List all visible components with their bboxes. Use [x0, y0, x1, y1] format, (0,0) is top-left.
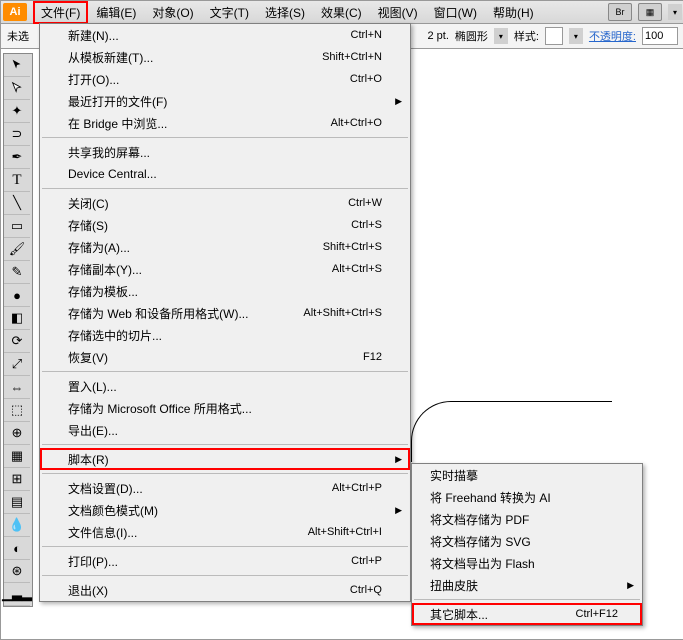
menu-save-template[interactable]: 存储为模板...	[40, 280, 410, 302]
tool-gradient[interactable]: ▤	[4, 491, 30, 514]
opacity-input[interactable]	[642, 27, 678, 45]
menu-browse-bridge[interactable]: 在 Bridge 中浏览...Alt+Ctrl+O	[40, 112, 410, 134]
menu-recent[interactable]: 最近打开的文件(F)▶	[40, 90, 410, 112]
script-export-flash[interactable]: 将文档导出为 Flash	[412, 552, 642, 574]
menu-select[interactable]: 选择(S)	[257, 1, 313, 24]
menu-save-copy[interactable]: 存储副本(Y)...Alt+Ctrl+S	[40, 258, 410, 280]
stroke-weight: 2 pt.	[427, 30, 448, 42]
menu-save[interactable]: 存储(S)Ctrl+S	[40, 214, 410, 236]
menu-view[interactable]: 视图(V)	[370, 1, 426, 24]
menu-help[interactable]: 帮助(H)	[485, 1, 542, 24]
menu-save-as[interactable]: 存储为(A)...Shift+Ctrl+S	[40, 236, 410, 258]
menu-file[interactable]: 文件(F)	[33, 1, 88, 24]
toolbox: ✦ ⊃ ✒ T ╲ ▭ 🖌 ✎ ● ◧ ⟳ ⤢ ⇔ ⬚ ⊕ ▦ ⊞ ▤ 💧 ◐ …	[3, 53, 33, 607]
tool-pencil[interactable]: ✎	[4, 261, 30, 284]
tool-shape-builder[interactable]: ⊕	[4, 422, 30, 445]
tool-column-graph[interactable]: ▁▃▂	[4, 583, 30, 606]
tool-lasso[interactable]: ⊃	[4, 123, 30, 146]
menu-type[interactable]: 文字(T)	[202, 1, 257, 24]
file-menu-dropdown: 新建(N)...Ctrl+N 从模板新建(T)...Shift+Ctrl+N 打…	[39, 23, 411, 602]
style-dropdown-icon[interactable]: ▾	[569, 28, 583, 44]
tool-scale[interactable]: ⤢	[4, 353, 30, 376]
tool-pen[interactable]: ✒	[4, 146, 30, 169]
menu-export[interactable]: 导出(E)...	[40, 419, 410, 441]
menu-edit[interactable]: 编辑(E)	[88, 1, 144, 24]
workspace-dropdown-icon[interactable]: ▾	[668, 4, 682, 20]
menu-window[interactable]: 窗口(W)	[426, 1, 485, 24]
style-swatch[interactable]	[545, 27, 563, 45]
menu-exit[interactable]: 退出(X)Ctrl+Q	[40, 579, 410, 601]
menu-new-template[interactable]: 从模板新建(T)...Shift+Ctrl+N	[40, 46, 410, 68]
menu-share-screen[interactable]: 共享我的屏幕...	[40, 141, 410, 163]
menu-revert[interactable]: 恢复(V)F12	[40, 346, 410, 368]
canvas-artwork	[411, 401, 612, 462]
tool-blob-brush[interactable]: ●	[4, 284, 30, 307]
tool-direct-select[interactable]	[4, 77, 30, 100]
tool-perspective[interactable]: ▦	[4, 445, 30, 468]
tool-line[interactable]: ╲	[4, 192, 30, 215]
menu-color-mode[interactable]: 文档颜色模式(M)▶	[40, 499, 410, 521]
tool-type[interactable]: T	[4, 169, 30, 192]
script-other[interactable]: 其它脚本...Ctrl+F12	[412, 603, 642, 625]
stroke-profile[interactable]: 椭圆形	[455, 28, 488, 44]
profile-dropdown-icon[interactable]: ▾	[494, 28, 508, 44]
menu-device-central[interactable]: Device Central...	[40, 163, 410, 185]
menu-object[interactable]: 对象(O)	[144, 1, 201, 24]
tool-selection[interactable]	[4, 54, 30, 77]
menu-open[interactable]: 打开(O)...Ctrl+O	[40, 68, 410, 90]
tool-blend[interactable]: ◐	[4, 537, 30, 560]
tool-free-transform[interactable]: ⬚	[4, 399, 30, 422]
menu-effect[interactable]: 效果(C)	[313, 1, 370, 24]
menu-close[interactable]: 关闭(C)Ctrl+W	[40, 192, 410, 214]
menubar: Ai 文件(F) 编辑(E) 对象(O) 文字(T) 选择(S) 效果(C) 视…	[1, 1, 683, 24]
menu-file-info[interactable]: 文件信息(I)...Alt+Shift+Ctrl+I	[40, 521, 410, 543]
menu-new[interactable]: 新建(N)...Ctrl+N	[40, 24, 410, 46]
tool-mesh[interactable]: ⊞	[4, 468, 30, 491]
opacity-label[interactable]: 不透明度:	[589, 28, 636, 44]
scripts-submenu: 实时描摹 将 Freehand 转换为 AI 将文档存储为 PDF 将文档存储为…	[411, 463, 643, 626]
script-save-svg[interactable]: 将文档存储为 SVG	[412, 530, 642, 552]
script-live-trace[interactable]: 实时描摹	[412, 464, 642, 486]
tool-magic-wand[interactable]: ✦	[4, 100, 30, 123]
tool-rotate[interactable]: ⟳	[4, 330, 30, 353]
tool-paintbrush[interactable]: 🖌	[4, 238, 30, 261]
app-logo-icon: Ai	[3, 3, 27, 21]
menu-scripts[interactable]: 脚本(R)▶	[40, 448, 410, 470]
menu-print[interactable]: 打印(P)...Ctrl+P	[40, 550, 410, 572]
tool-rectangle[interactable]: ▭	[4, 215, 30, 238]
menu-place[interactable]: 置入(L)...	[40, 375, 410, 397]
tool-eyedropper[interactable]: 💧	[4, 514, 30, 537]
menu-doc-setup[interactable]: 文档设置(D)...Alt+Ctrl+P	[40, 477, 410, 499]
tool-width[interactable]: ⇔	[4, 376, 30, 399]
tool-symbol-sprayer[interactable]: ⊛	[4, 560, 30, 583]
script-save-pdf[interactable]: 将文档存储为 PDF	[412, 508, 642, 530]
menu-save-slices[interactable]: 存储选中的切片...	[40, 324, 410, 346]
script-freehand-ai[interactable]: 将 Freehand 转换为 AI	[412, 486, 642, 508]
menu-save-web[interactable]: 存储为 Web 和设备所用格式(W)...Alt+Shift+Ctrl+S	[40, 302, 410, 324]
tool-eraser[interactable]: ◧	[4, 307, 30, 330]
style-label: 样式:	[514, 28, 539, 44]
script-warp-skin[interactable]: 扭曲皮肤▶	[412, 574, 642, 596]
doc-label: 未选	[7, 28, 29, 44]
bridge-icon[interactable]: Br	[608, 3, 632, 21]
menu-save-office[interactable]: 存储为 Microsoft Office 所用格式...	[40, 397, 410, 419]
grid-icon[interactable]: ▦	[638, 3, 662, 21]
